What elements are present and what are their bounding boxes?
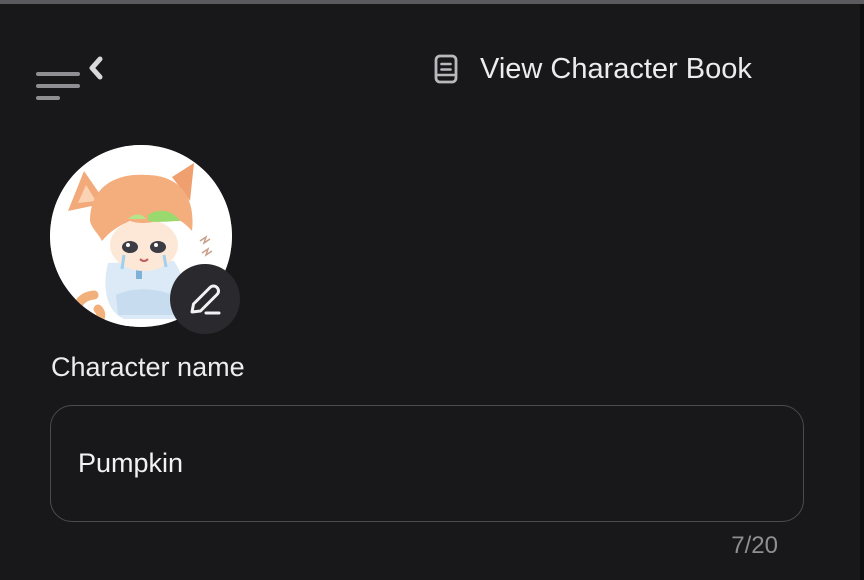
character-name-counter: 7/20 (731, 532, 778, 559)
view-character-book-label: View Character Book (480, 52, 752, 85)
edit-avatar-button[interactable] (170, 264, 240, 334)
avatar-container (50, 145, 242, 337)
scrollbar-track (860, 4, 864, 580)
character-name-label: Character name (51, 352, 245, 382)
collapse-sidebar-icon (36, 56, 103, 100)
window-top-border (0, 0, 864, 4)
pencil-icon (190, 284, 221, 315)
view-character-book-link[interactable]: View Character Book (430, 46, 752, 92)
character-name-input[interactable] (50, 405, 804, 522)
book-icon (430, 53, 462, 85)
collapse-sidebar-button[interactable] (34, 50, 106, 106)
